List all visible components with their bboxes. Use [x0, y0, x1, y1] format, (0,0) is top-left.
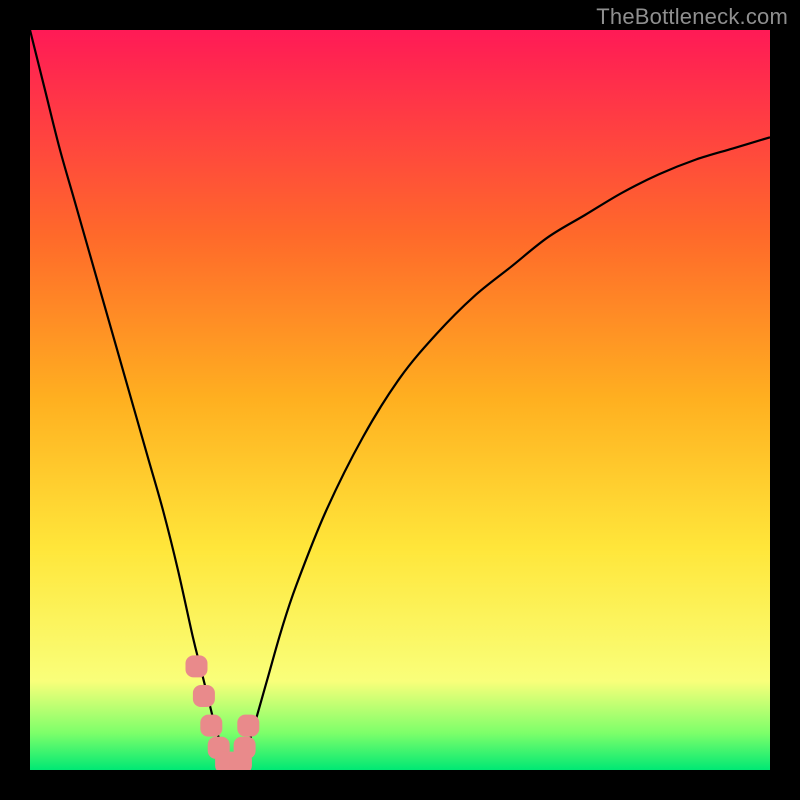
optimal-marker [234, 737, 256, 759]
optimal-marker [237, 715, 259, 737]
optimal-marker [186, 655, 208, 677]
bottleneck-curve [30, 30, 770, 764]
plot-area [30, 30, 770, 770]
optimal-marker [200, 715, 222, 737]
optimal-marker [193, 685, 215, 707]
bottleneck-curve-layer [30, 30, 770, 770]
chart-frame: TheBottleneck.com [0, 0, 800, 800]
watermark-text: TheBottleneck.com [596, 4, 788, 30]
optimal-zone-markers [186, 655, 260, 770]
